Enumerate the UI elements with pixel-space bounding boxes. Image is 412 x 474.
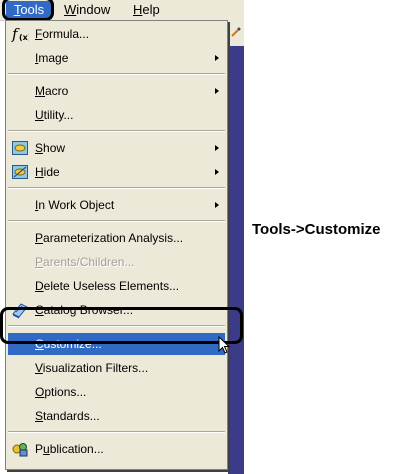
show-icon — [12, 141, 28, 155]
menu-item-visualization-filters[interactable]: Visualization Filters... — [8, 357, 225, 379]
menu-item-hide-label: Hide — [35, 165, 60, 179]
menu-separator — [8, 130, 225, 132]
toolbar-tool-icon — [231, 27, 241, 37]
menu-item-show[interactable]: Show — [8, 137, 225, 159]
menubar-window[interactable]: Window — [59, 2, 115, 18]
menu-item-show-label: Show — [35, 141, 66, 155]
menu-item-utility-label: Utility... — [35, 108, 74, 122]
menu-item-options[interactable]: Options... — [8, 381, 225, 403]
menubar-window-label: Window — [64, 2, 111, 17]
menu-item-macro-label: Macro — [35, 84, 69, 98]
menu-separator — [8, 431, 225, 433]
menu-item-utility[interactable]: Utility... — [8, 104, 225, 126]
menu-item-parameterization-analysis-label: Parameterization Analysis... — [35, 231, 184, 245]
menu-item-standards-label: Standards... — [35, 409, 100, 423]
submenu-arrow-icon — [215, 169, 219, 175]
menu-separator — [8, 73, 225, 75]
menu-item-in-work-object-label: In Work Object — [35, 198, 115, 212]
mouse-pointer-icon — [218, 336, 231, 354]
submenu-arrow-icon — [215, 88, 219, 94]
hide-icon — [12, 165, 28, 179]
annotation-text: Tools->Customize — [252, 221, 381, 238]
customize-highlight-ring — [0, 307, 243, 344]
svg-text:(x): (x) — [19, 33, 29, 42]
menu-item-delete-useless-elements[interactable]: Delete Useless Elements... — [8, 275, 225, 297]
menu-separator — [8, 220, 225, 222]
app-toolbar-strip — [228, 20, 244, 46]
menu-item-image[interactable]: Image — [8, 47, 225, 69]
menubar-help-label: Help — [133, 2, 160, 17]
menu-item-publication-label: Publication... — [35, 442, 104, 456]
submenu-arrow-icon — [215, 202, 219, 208]
app-canvas — [228, 46, 244, 474]
tools-dropdown-menu: f (x) Formula... Image Macro Utility... … — [5, 20, 228, 470]
menu-item-delete-useless-elements-label: Delete Useless Elements... — [35, 279, 180, 293]
submenu-arrow-icon — [215, 55, 219, 61]
menu-item-parameterization-analysis[interactable]: Parameterization Analysis... — [8, 227, 225, 249]
menu-bar: Tools Window Help — [0, 0, 244, 21]
menu-item-options-label: Options... — [35, 385, 87, 399]
menu-item-standards[interactable]: Standards... — [8, 405, 225, 427]
menu-item-in-work-object[interactable]: In Work Object — [8, 194, 225, 216]
menu-item-hide[interactable]: Hide — [8, 161, 225, 183]
menu-item-formula-label: Formula... — [35, 27, 90, 41]
menu-item-parents-children: Parents/Children... — [8, 251, 225, 273]
menu-item-parents-children-label: Parents/Children... — [35, 255, 135, 269]
publication-icon — [12, 443, 28, 457]
menu-item-macro[interactable]: Macro — [8, 80, 225, 102]
menu-item-image-label: Image — [35, 51, 69, 65]
menu-item-publication[interactable]: Publication... — [8, 438, 225, 460]
formula-fx-icon: f (x) — [11, 25, 29, 43]
menu-item-visualization-filters-label: Visualization Filters... — [35, 361, 149, 375]
menu-item-formula[interactable]: f (x) Formula... — [8, 23, 225, 45]
menu-separator — [8, 187, 225, 189]
menubar-help[interactable]: Help — [128, 2, 165, 18]
tools-highlight-ring — [2, 0, 54, 21]
submenu-arrow-icon — [215, 145, 219, 151]
